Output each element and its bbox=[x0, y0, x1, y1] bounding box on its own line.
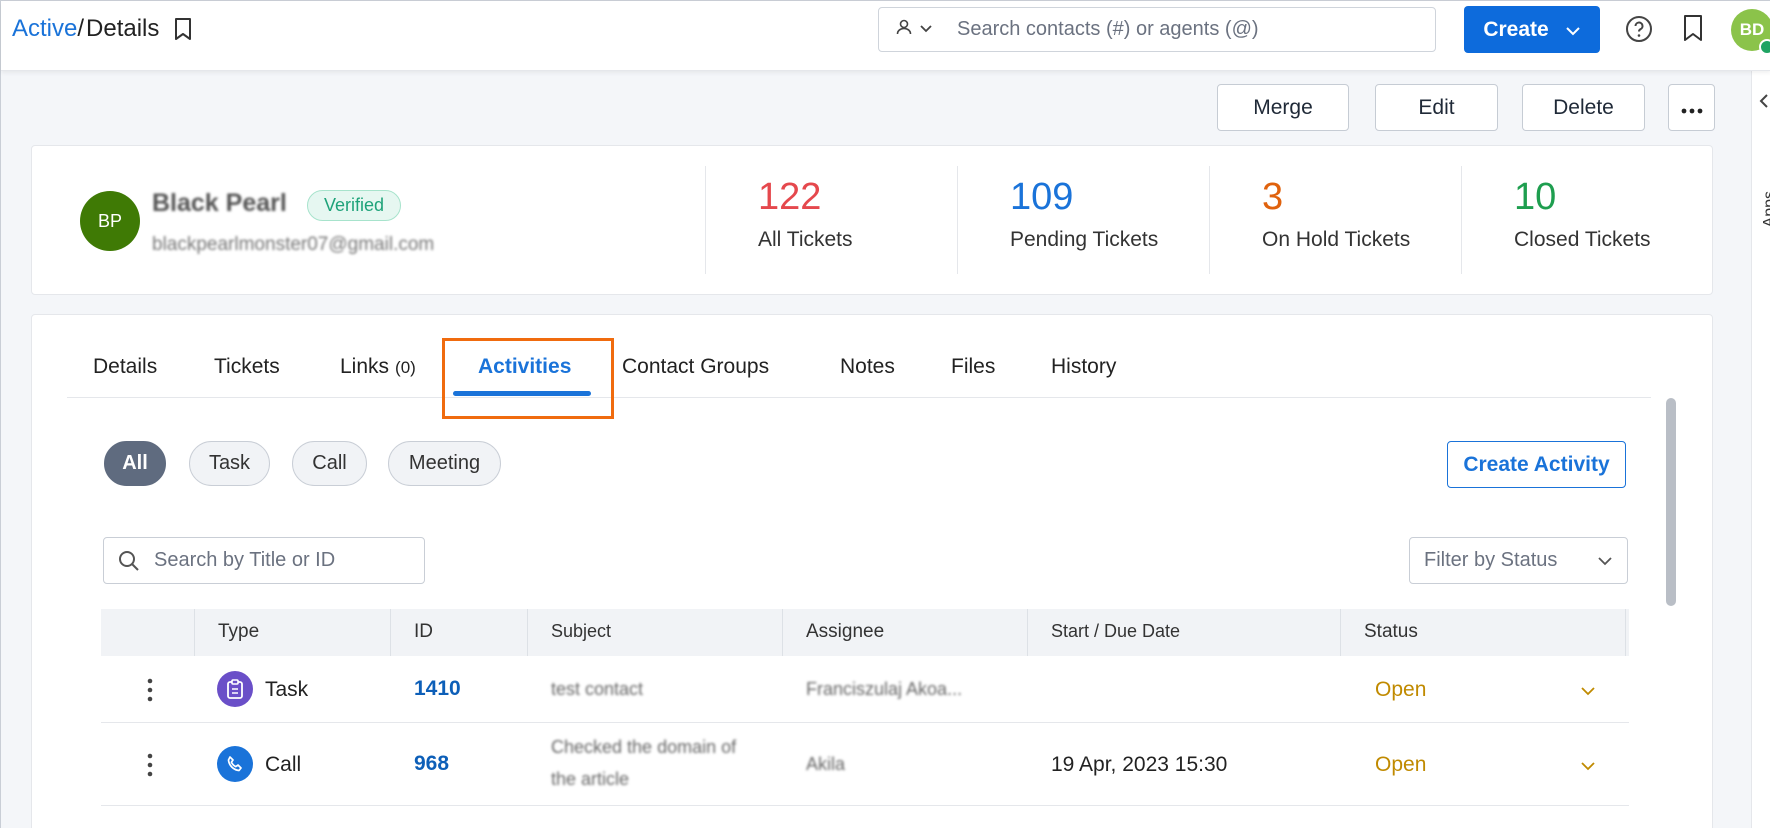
tab-details[interactable]: Details bbox=[93, 355, 157, 379]
filter-by-status-dropdown[interactable]: Filter by Status bbox=[1409, 537, 1628, 584]
stat-label: All Tickets bbox=[758, 228, 853, 252]
tab-tickets[interactable]: Tickets bbox=[214, 355, 280, 379]
tab-links[interactable]: Links (0) bbox=[340, 355, 416, 379]
phone-icon bbox=[217, 746, 253, 782]
column-separator bbox=[194, 609, 195, 656]
stat-value: 3 bbox=[1262, 176, 1283, 219]
row-type: Task bbox=[265, 678, 308, 702]
stat-pending-tickets[interactable]: 109 Pending Tickets bbox=[957, 166, 1209, 274]
create-activity-button[interactable]: Create Activity bbox=[1447, 441, 1626, 488]
tab-contact-groups[interactable]: Contact Groups bbox=[622, 355, 769, 379]
column-separator bbox=[527, 609, 528, 656]
column-separator bbox=[782, 609, 783, 656]
row-type: Call bbox=[265, 753, 301, 777]
delete-button[interactable]: Delete bbox=[1522, 84, 1645, 131]
stat-label: Pending Tickets bbox=[1010, 228, 1158, 252]
create-button-label: Create bbox=[1483, 18, 1548, 42]
row-subject-line1: Checked the domain of bbox=[551, 737, 736, 758]
tab-notes[interactable]: Notes bbox=[840, 355, 895, 379]
chevron-down-icon bbox=[1597, 549, 1613, 572]
stat-closed-tickets[interactable]: 10 Closed Tickets bbox=[1461, 166, 1713, 274]
filter-meeting[interactable]: Meeting bbox=[388, 441, 501, 486]
chevron-down-icon bbox=[1565, 18, 1581, 42]
filter-task[interactable]: Task bbox=[189, 441, 270, 486]
row-subject-line2: the article bbox=[551, 769, 629, 790]
filter-call[interactable]: Call bbox=[292, 441, 367, 486]
chevron-down-icon[interactable] bbox=[1580, 683, 1596, 701]
apps-rail[interactable] bbox=[1751, 71, 1770, 828]
bookmark-icon[interactable] bbox=[173, 17, 193, 41]
merge-button[interactable]: Merge bbox=[1217, 84, 1349, 131]
apps-rail-label: Apps bbox=[1761, 191, 1770, 227]
row-id-link[interactable]: 1410 bbox=[414, 677, 461, 701]
row-assignee: Akila bbox=[806, 754, 845, 775]
contact-email: blackpearlmonster07@gmail.com bbox=[152, 234, 434, 256]
activity-search-placeholder: Search by Title or ID bbox=[154, 549, 335, 572]
filter-all[interactable]: All bbox=[104, 441, 166, 486]
tab-history[interactable]: History bbox=[1051, 355, 1116, 379]
verified-badge: Verified bbox=[307, 190, 401, 221]
row-divider bbox=[101, 722, 1629, 723]
row-divider bbox=[101, 805, 1629, 806]
stat-value: 109 bbox=[1010, 176, 1073, 219]
tab-highlight-box bbox=[442, 338, 614, 419]
chevron-left-icon[interactable] bbox=[1759, 93, 1769, 114]
column-header-status[interactable]: Status bbox=[1364, 621, 1418, 643]
breadcrumb: Active / Details bbox=[12, 15, 193, 43]
stat-on-hold-tickets[interactable]: 3 On Hold Tickets bbox=[1209, 166, 1461, 274]
contact-avatar: BP bbox=[80, 191, 140, 251]
top-header: Active / Details Search contacts (#) or … bbox=[1, 1, 1770, 71]
row-date: 19 Apr, 2023 15:30 bbox=[1051, 753, 1227, 777]
create-button[interactable]: Create bbox=[1464, 6, 1600, 53]
column-header-date[interactable]: Start / Due Date bbox=[1051, 621, 1180, 642]
column-header-assignee[interactable]: Assignee bbox=[806, 621, 884, 643]
online-status-badge bbox=[1759, 39, 1770, 55]
column-header-subject[interactable]: Subject bbox=[551, 621, 611, 642]
breadcrumb-separator: / bbox=[77, 15, 84, 43]
contact-name: Black Pearl bbox=[152, 189, 287, 218]
tab-files[interactable]: Files bbox=[951, 355, 995, 379]
activity-search-input[interactable]: Search by Title or ID bbox=[103, 537, 425, 584]
clipboard-icon bbox=[217, 671, 253, 707]
more-options-button[interactable] bbox=[1668, 84, 1715, 131]
vertical-scrollbar[interactable] bbox=[1666, 398, 1676, 606]
row-actions-kebab-icon[interactable] bbox=[147, 753, 153, 782]
column-separator bbox=[1625, 609, 1626, 656]
help-circle-icon[interactable] bbox=[1625, 15, 1653, 48]
tab-links-label: Links bbox=[340, 355, 389, 378]
column-header-type[interactable]: Type bbox=[218, 621, 259, 643]
column-header-id[interactable]: ID bbox=[414, 621, 433, 643]
row-id-link[interactable]: 968 bbox=[414, 752, 449, 776]
stat-all-tickets[interactable]: 122 All Tickets bbox=[705, 166, 957, 274]
global-search[interactable]: Search contacts (#) or agents (@) bbox=[878, 7, 1436, 52]
row-actions-kebab-icon[interactable] bbox=[147, 678, 153, 707]
tabs-divider bbox=[67, 397, 1651, 398]
links-count: (0) bbox=[395, 358, 416, 377]
breadcrumb-current: Details bbox=[86, 15, 159, 43]
row-status: Open bbox=[1375, 678, 1426, 702]
search-icon bbox=[118, 550, 140, 572]
search-scope-dropdown[interactable] bbox=[895, 18, 933, 41]
column-separator bbox=[1340, 609, 1341, 656]
search-input[interactable]: Search contacts (#) or agents (@) bbox=[957, 18, 1259, 41]
filter-status-placeholder: Filter by Status bbox=[1424, 549, 1557, 572]
person-icon bbox=[895, 18, 913, 41]
chevron-down-icon[interactable] bbox=[1580, 758, 1596, 776]
more-horizontal-icon bbox=[1681, 96, 1703, 120]
row-assignee: Franciszulaj Akoa... bbox=[806, 679, 962, 700]
row-status: Open bbox=[1375, 753, 1426, 777]
row-subject: test contact bbox=[551, 679, 643, 700]
bookmark-icon[interactable] bbox=[1682, 13, 1704, 48]
chevron-down-icon bbox=[919, 21, 933, 39]
column-separator bbox=[1027, 609, 1028, 656]
stat-value: 10 bbox=[1514, 176, 1556, 219]
stat-label: Closed Tickets bbox=[1514, 228, 1651, 252]
column-separator bbox=[390, 609, 391, 656]
breadcrumb-active-link[interactable]: Active bbox=[12, 15, 77, 43]
stat-value: 122 bbox=[758, 176, 821, 219]
contact-summary-card: BP Black Pearl Verified blackpearlmonste… bbox=[31, 145, 1713, 295]
stat-label: On Hold Tickets bbox=[1262, 228, 1410, 252]
edit-button[interactable]: Edit bbox=[1375, 84, 1498, 131]
